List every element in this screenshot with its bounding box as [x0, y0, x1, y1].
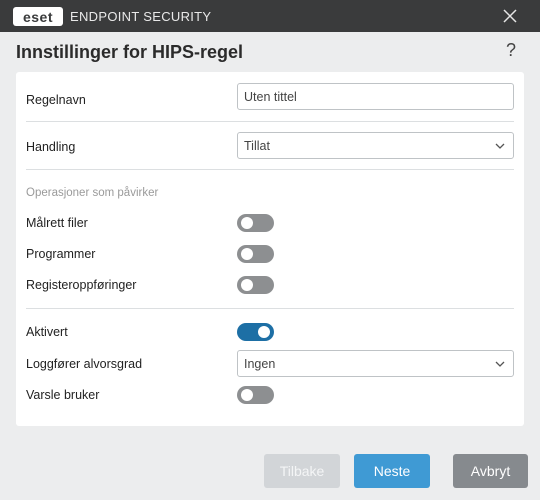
settings-panel: Regelnavn Uten tittel Handling Tillat Op…	[16, 72, 524, 426]
dialog-title: Innstillinger for HIPS-regel	[16, 42, 244, 62]
enabled-label: Aktivert	[26, 325, 68, 339]
cancel-button[interactable]: Avbryt	[453, 454, 528, 488]
rule-name-input[interactable]: Uten tittel	[237, 83, 514, 110]
operations-section-label: Operasjoner som påvirker	[26, 187, 159, 199]
rule-name-label: Regelnavn	[26, 93, 86, 107]
enabled-toggle[interactable]	[237, 323, 274, 341]
log-severity-select-value: Ingen	[244, 356, 276, 371]
target-files-label: Målrett filer	[26, 216, 88, 230]
log-severity-select[interactable]: Ingen	[237, 350, 514, 377]
action-label: Handling	[26, 140, 76, 154]
divider	[26, 308, 514, 309]
chevron-down-icon	[495, 143, 505, 149]
applications-toggle[interactable]	[237, 245, 274, 263]
notify-user-label: Varsle bruker	[26, 388, 100, 402]
action-select-value: Tillat	[244, 138, 270, 153]
divider	[26, 121, 514, 122]
title-bar: eset ENDPOINT SECURITY	[0, 0, 540, 32]
close-icon[interactable]	[502, 8, 518, 24]
notify-user-toggle[interactable]	[237, 386, 274, 404]
logo-text: eset	[22, 8, 54, 25]
registry-entries-label: Registeroppføringer	[26, 278, 137, 292]
action-select[interactable]: Tillat	[237, 132, 514, 159]
next-button[interactable]: Neste	[354, 454, 430, 488]
log-severity-label: Loggfører alvorsgrad	[26, 357, 143, 371]
help-icon[interactable]: ?	[506, 40, 516, 61]
divider	[26, 169, 514, 170]
eset-logo: eset	[13, 7, 63, 26]
applications-label: Programmer	[26, 247, 96, 261]
registry-entries-toggle[interactable]	[237, 276, 274, 294]
chevron-down-icon	[495, 361, 505, 367]
back-button[interactable]: Tilbake	[264, 454, 340, 488]
product-name: ENDPOINT SECURITY	[70, 9, 212, 24]
target-files-toggle[interactable]	[237, 214, 274, 232]
